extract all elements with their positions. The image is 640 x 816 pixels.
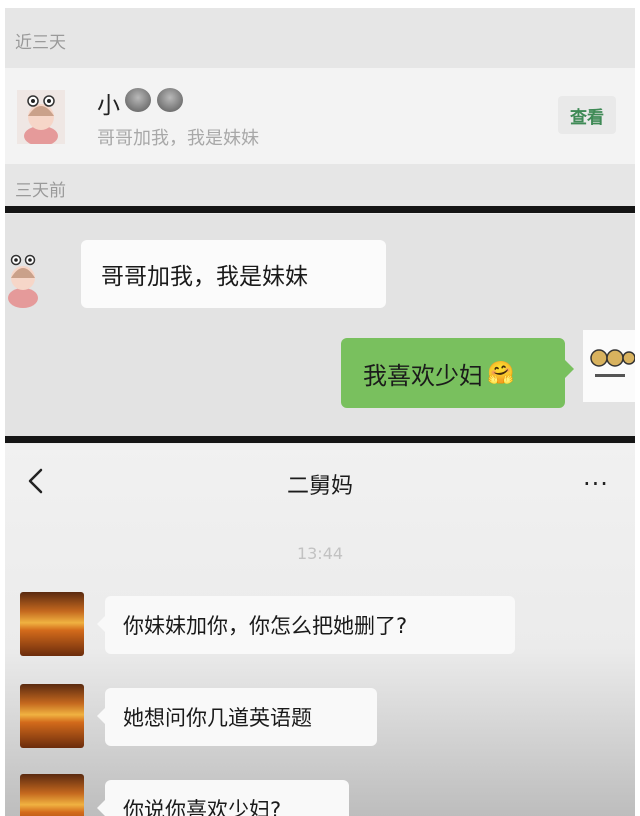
message-bubble-incoming[interactable]: 你妹妹加你，你怎么把她删了?	[97, 596, 515, 654]
section-label-recent: 近三天	[15, 33, 66, 53]
message-bubble-incoming[interactable]: 哥哥加我，我是妹妹	[81, 240, 386, 308]
screenshot-collage: 近三天 小 哥哥加我，我是妹妹 查看 三天前 哥哥加我，我是妹妹 我喜欢少妇 🤗…	[5, 8, 635, 816]
chat-title: 二舅妈	[286, 474, 353, 499]
emoji-icon	[157, 88, 183, 112]
hug-emoji-icon: 🤗	[487, 360, 515, 386]
avatar	[8, 254, 38, 308]
avatar	[583, 330, 635, 402]
avatar	[20, 774, 84, 816]
view-button[interactable]: 查看	[558, 96, 616, 134]
aunt-chat-panel: 二舅妈 ··· 13:44 你妹妹加你，你怎么把她删了? 她想问你几道英语题 你…	[5, 444, 635, 816]
sister-chat-panel: 哥哥加我，我是妹妹 我喜欢少妇 🤗	[5, 214, 635, 436]
message-bubble-outgoing[interactable]: 我喜欢少妇 🤗	[341, 338, 574, 408]
divider	[5, 436, 635, 443]
friend-request-row[interactable]: 小 哥哥加我，我是妹妹 查看	[5, 68, 635, 164]
friend-request-panel: 近三天 小 哥哥加我，我是妹妹 查看 三天前	[5, 8, 635, 206]
message-text: 我喜欢少妇	[363, 361, 483, 390]
message-bubble-incoming[interactable]: 她想问你几道英语题	[97, 688, 377, 746]
avatar	[17, 90, 65, 144]
section-label-earlier: 三天前	[15, 181, 66, 201]
more-dots-icon[interactable]: ···	[583, 470, 609, 498]
request-name: 小	[97, 93, 120, 119]
avatar	[20, 684, 84, 748]
message-bubble-incoming[interactable]: 你说你喜欢少妇?	[97, 780, 349, 816]
request-message: 哥哥加我，我是妹妹	[97, 128, 259, 149]
avatar	[20, 592, 84, 656]
divider	[5, 206, 635, 213]
emoji-icon	[125, 88, 151, 112]
message-timestamp: 13:44	[296, 544, 344, 563]
